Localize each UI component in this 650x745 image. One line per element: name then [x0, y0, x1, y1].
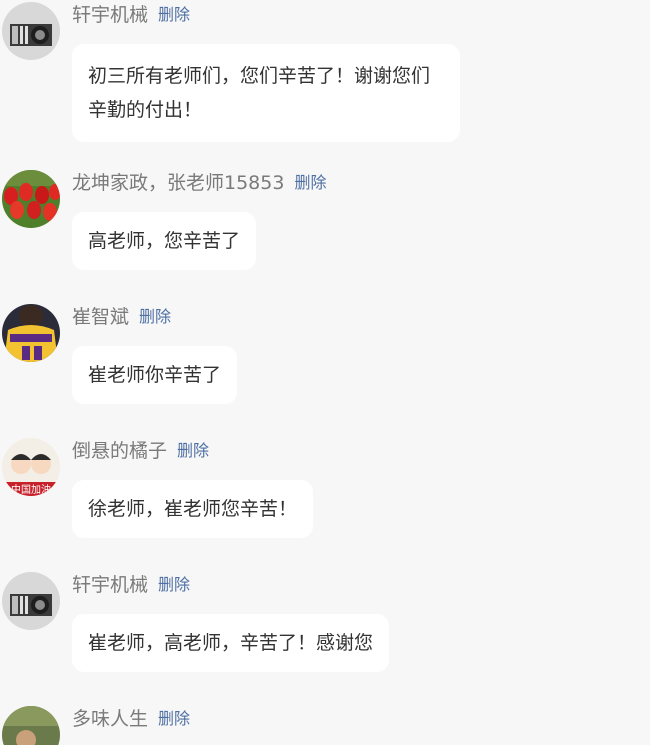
- user-name[interactable]: 多味人生: [72, 704, 148, 734]
- machine-avatar-icon: [2, 572, 60, 630]
- cartoon-avatar-icon: 中国加油: [2, 438, 60, 496]
- delete-link[interactable]: 删除: [177, 441, 209, 460]
- user-name[interactable]: 轩宇机械: [72, 0, 148, 30]
- comment-item: 轩宇机械 删除 崔老师，高老师，辛苦了！感谢您: [0, 570, 650, 690]
- comment-bubble: 徐老师，崔老师您辛苦！: [72, 480, 314, 538]
- delete-link[interactable]: 删除: [294, 173, 326, 192]
- tulip-avatar-icon: [2, 170, 60, 228]
- user-name[interactable]: 倒悬的橘子: [72, 436, 167, 466]
- comment-item: 龙坤家政，张老师15853 删除 高老师，您辛苦了: [0, 168, 650, 288]
- delete-link[interactable]: 删除: [158, 5, 190, 24]
- comment-bubble: 崔老师，高老师，辛苦了！感谢您: [72, 614, 390, 672]
- comment-item: 崔智斌 删除 崔老师你辛苦了: [0, 302, 650, 422]
- user-name[interactable]: 龙坤家政，张老师15853: [72, 168, 284, 198]
- comment-bubble: 高老师，您辛苦了: [72, 212, 257, 270]
- comment-list: 轩宇机械 删除 初三所有老师们，您们辛苦了！谢谢您们辛勤的付出！ 龙坤家政，张老师…: [0, 0, 650, 745]
- avatar-caption: 中国加油: [11, 483, 51, 496]
- delete-link[interactable]: 删除: [158, 575, 190, 594]
- jersey-avatar-icon: [2, 304, 60, 362]
- delete-link[interactable]: 删除: [158, 709, 190, 728]
- user-avatar[interactable]: [2, 170, 60, 228]
- comment-item: 中国加油 倒悬的橘子 删除 徐老师，崔老师您辛苦！: [0, 436, 650, 556]
- delete-link[interactable]: 删除: [139, 307, 171, 326]
- user-avatar[interactable]: 中国加油: [2, 438, 60, 496]
- comment-bubble: 崔老师你辛苦了: [72, 346, 238, 404]
- user-avatar[interactable]: [2, 706, 60, 745]
- machine-avatar-icon: [2, 2, 60, 60]
- photo-avatar-icon: [2, 706, 60, 745]
- user-avatar[interactable]: [2, 572, 60, 630]
- user-avatar[interactable]: [2, 304, 60, 362]
- user-name[interactable]: 崔智斌: [72, 302, 129, 332]
- comment-bubble: 初三所有老师们，您们辛苦了！谢谢您们辛勤的付出！: [72, 44, 460, 142]
- user-name[interactable]: 轩宇机械: [72, 570, 148, 600]
- user-avatar[interactable]: [2, 2, 60, 60]
- comment-item: 轩宇机械 删除 初三所有老师们，您们辛苦了！谢谢您们辛勤的付出！: [0, 0, 650, 160]
- comment-item: 多味人生 删除: [0, 704, 650, 745]
